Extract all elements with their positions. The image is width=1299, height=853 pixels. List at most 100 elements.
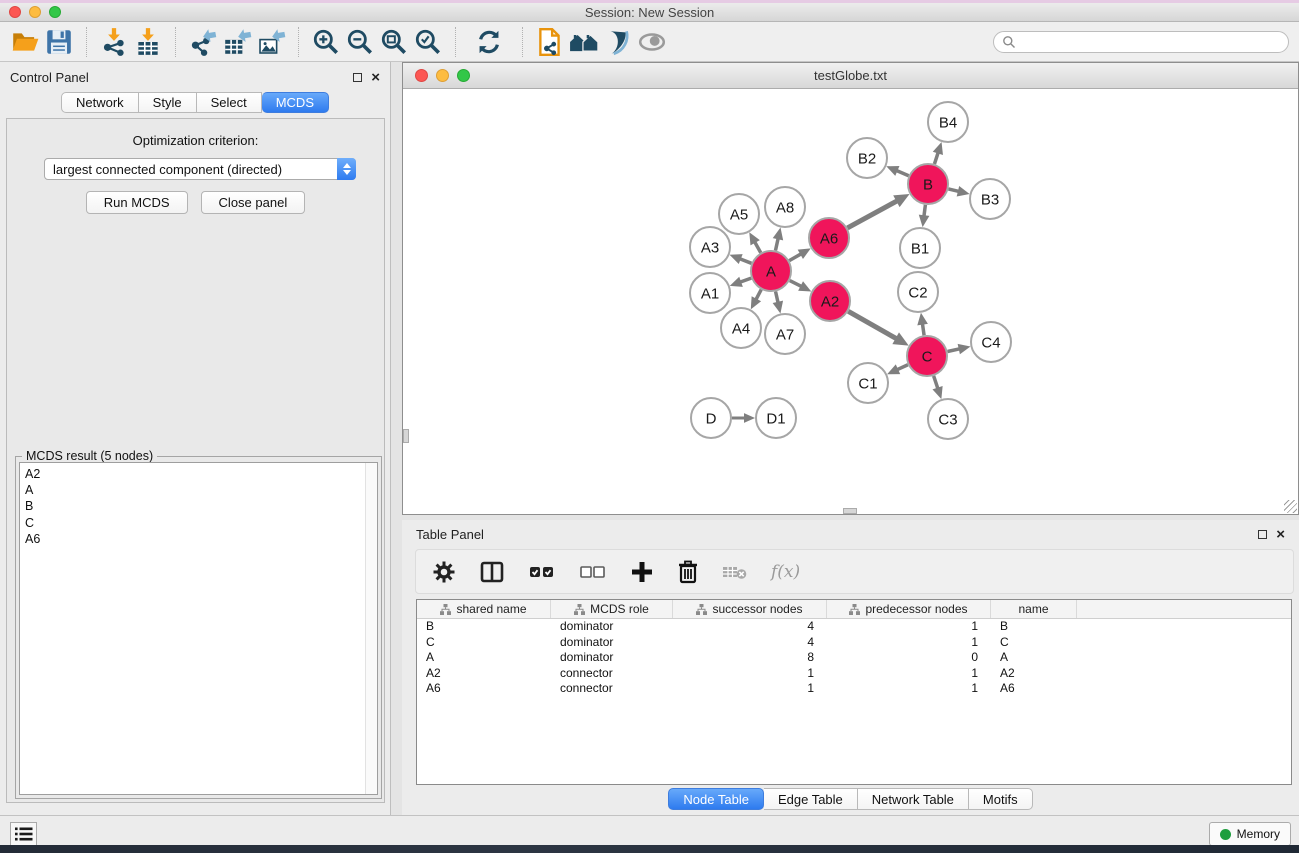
- column-header-successor-nodes[interactable]: successor nodes: [673, 600, 827, 618]
- tab-motifs[interactable]: Motifs: [969, 788, 1033, 810]
- table-row[interactable]: Cdominator41C: [417, 635, 1291, 651]
- result-node-item[interactable]: A2: [25, 466, 377, 482]
- edge-A6-B[interactable]: [847, 201, 897, 228]
- edge-B-B2[interactable]: [896, 171, 908, 176]
- mcds-result-list[interactable]: A2ABCA6: [19, 462, 378, 795]
- search-input[interactable]: [993, 31, 1289, 53]
- edge-B-B1[interactable]: [924, 205, 925, 216]
- task-history-button[interactable]: [10, 822, 37, 846]
- tab-select[interactable]: Select: [197, 92, 262, 113]
- table-panel-title: Table Panel: [416, 527, 484, 542]
- export-table-icon[interactable]: [220, 25, 254, 59]
- table-row[interactable]: Bdominator41B: [417, 619, 1291, 635]
- result-list-scrollbar[interactable]: [365, 463, 377, 794]
- refresh-icon[interactable]: [472, 25, 506, 59]
- add-column-icon[interactable]: [630, 560, 654, 584]
- export-image-icon[interactable]: [254, 25, 288, 59]
- network-from-file-icon[interactable]: [533, 25, 567, 59]
- import-network-icon[interactable]: [97, 25, 131, 59]
- edge-A-A5[interactable]: [755, 242, 761, 253]
- network-graph[interactable]: AA1A3A5A8A4A7A6A2BB1B2B3B4CC1C2C3C4DD1: [403, 89, 1298, 514]
- column-header-name[interactable]: name: [991, 600, 1077, 618]
- edge-C-C4[interactable]: [948, 349, 960, 352]
- edge-C-C2[interactable]: [922, 324, 924, 336]
- network-window-titlebar[interactable]: testGlobe.txt: [403, 63, 1298, 89]
- node-table[interactable]: shared nameMCDS role successor nodes prede…: [416, 599, 1292, 785]
- float-panel-icon[interactable]: [353, 73, 362, 82]
- function-builder-icon[interactable]: f(x): [771, 562, 800, 582]
- result-node-item[interactable]: A6: [25, 531, 377, 547]
- tab-node-table[interactable]: Node Table: [668, 788, 764, 810]
- export-network-icon[interactable]: [186, 25, 220, 59]
- close-panel-icon[interactable]: ×: [371, 73, 380, 82]
- mcds-result-box: MCDS result (5 nodes) A2ABCA6: [15, 456, 382, 799]
- close-table-panel-icon[interactable]: ×: [1276, 530, 1285, 539]
- toolbar-separator: [175, 27, 176, 57]
- table-row[interactable]: Adominator80A: [417, 650, 1291, 666]
- save-session-icon[interactable]: [42, 25, 76, 59]
- criterion-dropdown-value: largest connected component (directed): [45, 162, 337, 177]
- result-node-item[interactable]: C: [25, 515, 377, 531]
- edge-C-C3[interactable]: [934, 376, 938, 389]
- zoom-out-icon[interactable]: [343, 25, 377, 59]
- float-table-panel-icon[interactable]: [1258, 530, 1267, 539]
- open-session-icon[interactable]: [8, 25, 42, 59]
- table-toolbar: f(x): [415, 549, 1294, 594]
- edge-A2-C[interactable]: [848, 311, 896, 338]
- tab-mcds[interactable]: MCDS: [262, 92, 329, 113]
- zoom-in-icon[interactable]: [309, 25, 343, 59]
- memory-button[interactable]: Memory: [1209, 822, 1291, 846]
- table-cell: dominator: [551, 650, 673, 666]
- application-window: Session: New Session: [0, 0, 1299, 853]
- canvas-bottom-handle[interactable]: [843, 508, 857, 514]
- edge-A-A6[interactable]: [789, 254, 801, 261]
- import-table-icon[interactable]: [131, 25, 165, 59]
- show-graphics-details-icon[interactable]: [601, 25, 635, 59]
- delete-table-icon[interactable]: [722, 563, 748, 581]
- column-header-mcds-role[interactable]: MCDS role: [551, 600, 673, 618]
- table-row[interactable]: A6connector11A6: [417, 681, 1291, 697]
- edge-A-A8[interactable]: [775, 238, 778, 250]
- tab-network-table[interactable]: Network Table: [858, 788, 969, 810]
- column-header-predecessor-nodes[interactable]: predecessor nodes: [827, 600, 991, 618]
- home-icon[interactable]: [567, 25, 601, 59]
- edge-A-A7[interactable]: [776, 291, 779, 302]
- show-hide-annotations-icon[interactable]: [635, 25, 669, 59]
- edge-A-A1[interactable]: [740, 278, 751, 282]
- select-all-checks-icon[interactable]: [528, 562, 556, 582]
- canvas-left-handle[interactable]: [403, 429, 409, 443]
- tab-network[interactable]: Network: [61, 92, 139, 113]
- window-resize-grip[interactable]: [1284, 500, 1297, 513]
- edge-A-A3[interactable]: [740, 259, 752, 264]
- column-label: successor nodes: [712, 602, 802, 616]
- table-cell: 1: [827, 666, 991, 682]
- table-settings-gear-icon[interactable]: [432, 560, 456, 584]
- main-toolbar: [0, 22, 1299, 62]
- deselect-all-checks-icon[interactable]: [579, 562, 607, 582]
- table-cell: 1: [673, 681, 827, 697]
- network-window-title: testGlobe.txt: [403, 68, 1298, 83]
- delete-trash-icon[interactable]: [677, 560, 699, 584]
- close-panel-button[interactable]: Close panel: [201, 191, 306, 214]
- edge-B-B3[interactable]: [948, 189, 958, 192]
- table-columns-icon[interactable]: [479, 560, 505, 584]
- column-header-filler: [1077, 600, 1291, 618]
- column-header-shared-name[interactable]: shared name: [417, 600, 551, 618]
- tab-edge-table[interactable]: Edge Table: [764, 788, 858, 810]
- edge-A-A4[interactable]: [756, 290, 761, 300]
- result-node-item[interactable]: B: [25, 498, 377, 514]
- zoom-fit-icon[interactable]: [377, 25, 411, 59]
- edge-A-A2[interactable]: [790, 281, 802, 287]
- tab-style[interactable]: Style: [139, 92, 197, 113]
- graph-node-label-A6: A6: [820, 230, 838, 247]
- network-canvas[interactable]: AA1A3A5A8A4A7A6A2BB1B2B3B4CC1C2C3C4DD1: [403, 89, 1298, 514]
- edge-C-C1[interactable]: [897, 365, 908, 370]
- result-node-item[interactable]: A: [25, 482, 377, 498]
- table-cell: dominator: [551, 635, 673, 651]
- criterion-dropdown[interactable]: largest connected component (directed): [44, 158, 356, 180]
- table-cell: A2: [417, 666, 551, 682]
- zoom-selected-icon[interactable]: [411, 25, 445, 59]
- edge-B-B4[interactable]: [934, 152, 938, 164]
- table-row[interactable]: A2connector11A2: [417, 666, 1291, 682]
- run-mcds-button[interactable]: Run MCDS: [86, 191, 188, 214]
